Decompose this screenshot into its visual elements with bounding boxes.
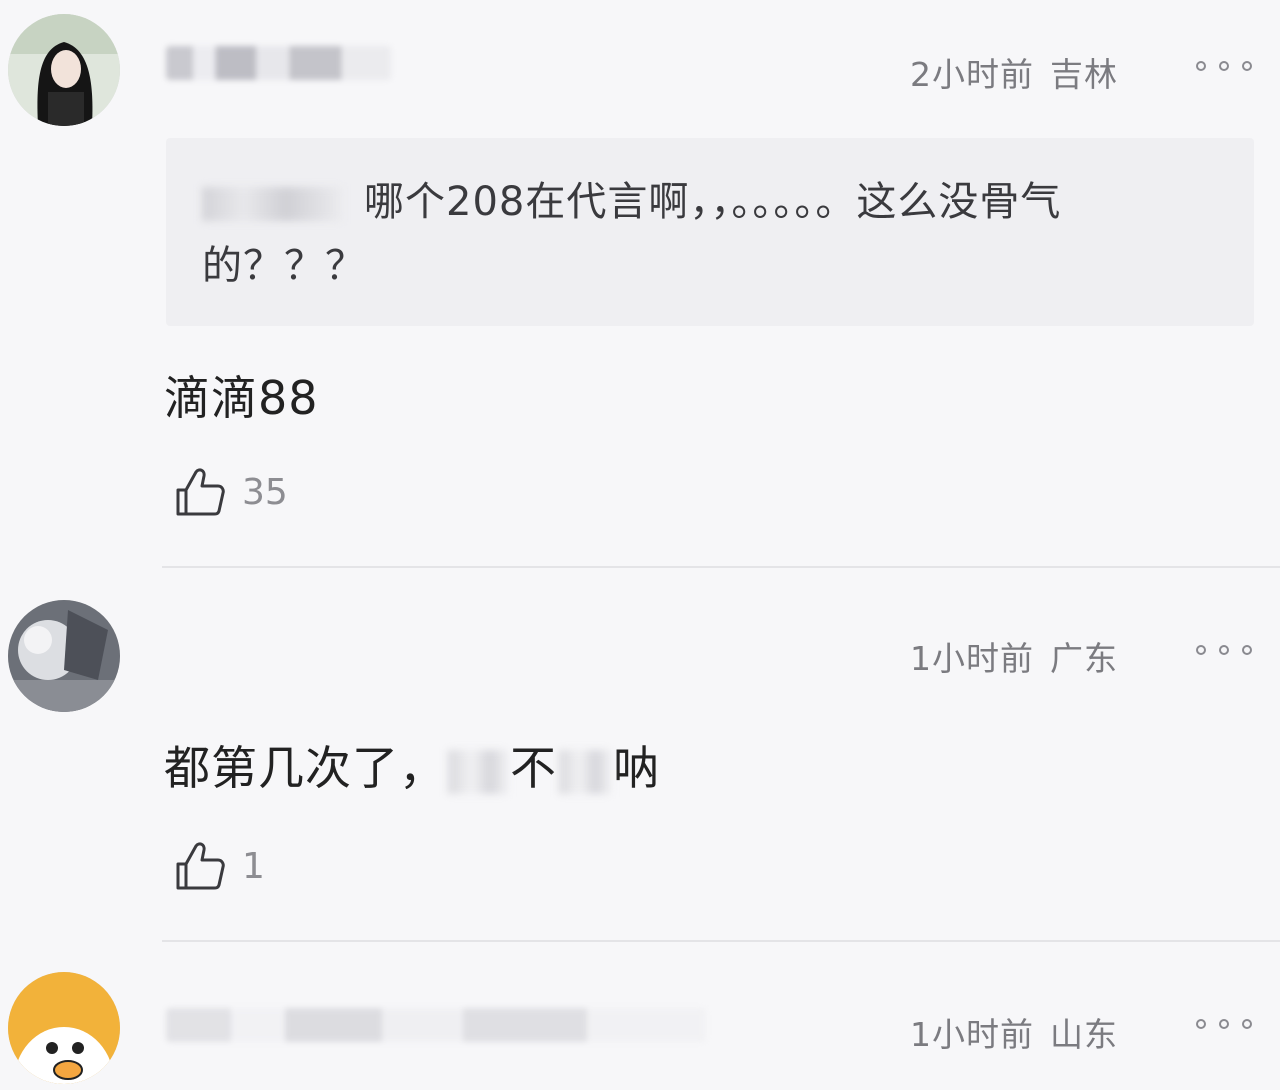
user-avatar[interactable] — [8, 972, 120, 1084]
username-redacted[interactable] — [166, 46, 396, 86]
more-dot-icon — [1196, 645, 1206, 655]
more-options-button[interactable] — [1196, 1014, 1252, 1034]
comment-divider — [162, 566, 1280, 568]
comment-body: 都第几次了， 不 呐 — [164, 732, 660, 798]
redacted-text — [448, 749, 508, 794]
like-button[interactable]: 35 — [172, 462, 288, 522]
comment-item: 1小时前 广东 都第几次了， 不 呐 1 — [0, 570, 1280, 942]
comment-time: 2小时前 — [910, 55, 1034, 94]
comment-meta: 1小时前 广东 — [910, 632, 1118, 680]
thumbs-up-icon — [176, 842, 225, 890]
comment-item: 2小时前 吉林 哪个208在代言啊，，。。。。。这么没骨气的？？？ 滴滴88 35 — [0, 0, 1280, 570]
more-dot-icon — [1219, 1019, 1229, 1029]
user-avatar[interactable] — [8, 600, 120, 712]
thumbs-up-icon — [176, 468, 225, 516]
comment-location: 吉林 — [1050, 55, 1118, 94]
more-dot-icon — [1219, 645, 1229, 655]
like-count: 1 — [242, 845, 265, 887]
comment-body: 滴滴88 — [164, 371, 319, 425]
more-dot-icon — [1219, 61, 1229, 71]
more-dot-icon — [1196, 1019, 1206, 1029]
comment-body-part: 都第几次了， — [164, 741, 446, 795]
comment-body-part: 不 — [510, 741, 557, 795]
more-dot-icon — [1196, 61, 1206, 71]
redacted-text — [559, 749, 611, 794]
more-dot-icon — [1242, 645, 1252, 655]
username-redacted[interactable] — [166, 1008, 706, 1048]
comment-location: 山东 — [1050, 1015, 1118, 1054]
more-dot-icon — [1242, 1019, 1252, 1029]
like-button[interactable]: 1 — [172, 836, 265, 896]
more-options-button[interactable] — [1196, 640, 1252, 660]
quoted-user-redacted — [202, 187, 342, 221]
quoted-reply[interactable]: 哪个208在代言啊，，。。。。。这么没骨气的？？？ — [166, 138, 1254, 326]
comment-body-part: 呐 — [613, 741, 660, 795]
user-avatar[interactable] — [8, 14, 120, 126]
comment-time: 1小时前 — [910, 639, 1034, 678]
comment-meta: 2小时前 吉林 — [910, 48, 1118, 96]
comment-time: 1小时前 — [910, 1015, 1034, 1054]
more-dot-icon — [1242, 61, 1252, 71]
more-options-button[interactable] — [1196, 56, 1252, 76]
comment-item: 1小时前 山东 — [0, 942, 1280, 1090]
quoted-reply-text: 哪个208在代言啊，，。。。。。这么没骨气的？？？ — [202, 170, 1202, 298]
comment-location: 广东 — [1050, 639, 1118, 678]
comment-meta: 1小时前 山东 — [910, 1008, 1118, 1056]
like-count: 35 — [242, 471, 288, 513]
